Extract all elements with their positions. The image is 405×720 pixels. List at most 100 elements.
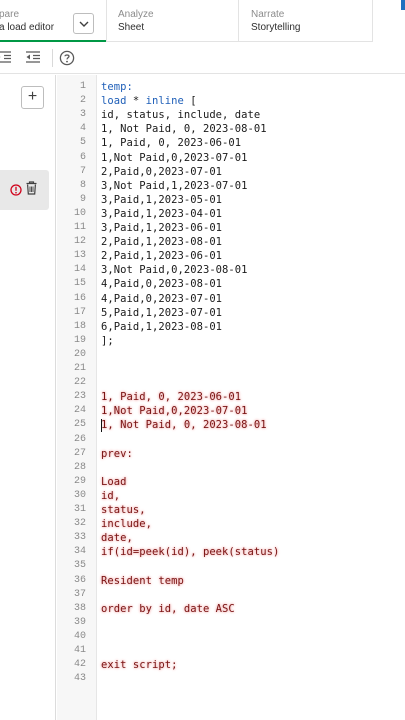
line-number: 1 [79,81,86,92]
code-line[interactable]: prev: [101,447,133,461]
line-number: 32 [73,518,86,530]
code-line[interactable]: Load [101,475,127,489]
code-line[interactable]: id, status, include, date [101,108,260,122]
outdent-icon[interactable] [25,50,41,69]
line-number: 37 [73,588,86,600]
line-number: 28 [73,461,86,473]
script-editor[interactable]: 1 2 3 4 5 6 7 8 9 10 11 12 13 14 15 16 17 18 19 20 21 22 23 24 2… [57,75,405,720]
code-line[interactable]: date, [101,531,133,545]
line-number: 30 [73,489,86,501]
line-number: 39 [73,616,86,628]
sections-panel: + [0,75,56,720]
line-number: 12 [73,236,86,248]
line-number: 10 [73,207,86,219]
line-number: 31 [73,504,86,515]
tab-narrate[interactable]: Narrate Storytelling [251,0,369,42]
line-number: 5 [79,137,86,149]
tab-analyze-title: Sheet [118,22,145,33]
line-number: 43 [73,673,86,685]
tab-prepare[interactable]: pare a load editor [0,0,106,42]
code-line[interactable]: 4,Paid,0,2023-07-01 [101,292,222,306]
line-number: 18 [73,320,86,332]
code-line[interactable]: 3,Paid,1,2023-06-01 [101,221,222,235]
line-number: 22 [73,377,86,389]
accent-marker [401,0,405,10]
add-section-button[interactable]: + [21,86,44,109]
code-line[interactable]: ]; [101,334,114,348]
divider [52,49,54,72]
line-number: 38 [73,602,86,614]
code-line[interactable]: 3,Not Paid,0,2023-08-01 [101,263,248,277]
prepare-dropdown-button[interactable] [73,13,94,34]
top-navigation: pare a load editor Analyze Sheet Narrate… [0,0,405,42]
code-line[interactable]: load * inline [ [101,94,197,108]
trash-icon[interactable] [26,181,37,200]
line-number: 27 [73,447,86,459]
code-line[interactable]: 1, Not Paid, 0, 2023-08-01 [101,418,267,432]
section-item-active[interactable] [0,170,49,210]
top-right-control[interactable] [372,0,405,42]
line-number: 8 [79,179,86,191]
help-icon[interactable] [59,50,75,71]
code-line[interactable]: 3,Not Paid,1,2023-07-01 [101,179,248,193]
line-number: 33 [73,532,86,544]
line-number-gutter: 1 2 3 4 5 6 7 8 9 10 11 12 13 14 15 16 17 18 19 20 21 22 23 24 2… [57,75,97,720]
line-number: 29 [73,475,86,487]
keyword-token: inline [145,95,184,108]
line-number: 2 [79,95,86,107]
line-number: 9 [79,193,86,205]
line-number: 42 [73,659,86,671]
code-line[interactable]: 5,Paid,1,2023-07-01 [101,306,222,320]
keyword-token: load [101,95,127,108]
tab-narrate-caption: Narrate [251,9,285,20]
code-line[interactable]: 1,Not Paid,0,2023-07-01 [101,404,248,418]
code-line[interactable]: 1, Not Paid, 0, 2023-08-01 [101,122,267,136]
line-number: 14 [73,264,86,276]
line-number: 4 [79,123,86,135]
code-line[interactable]: 1, Paid, 0, 2023-06-01 [101,390,241,404]
code-line[interactable]: Resident temp [101,574,184,588]
line-number: 25 [73,419,86,431]
code-line[interactable]: if(id=peek(id), peek(status) [101,545,279,559]
text-cursor [101,419,102,433]
indent-icon[interactable] [0,50,12,69]
code-line[interactable]: 2,Paid,1,2023-06-01 [101,249,222,263]
line-number: 24 [73,405,86,417]
code-token: * [126,95,146,108]
line-number: 20 [73,348,86,360]
line-number: 13 [73,250,86,262]
tab-divider [106,0,107,42]
line-number: 3 [79,109,86,121]
line-number: 7 [79,165,86,177]
line-number: 26 [73,433,86,445]
tab-analyze[interactable]: Analyze Sheet [118,0,236,42]
code-line[interactable]: 3,Paid,1,2023-04-01 [101,207,222,221]
code-line[interactable]: id, [101,489,120,503]
line-number: 40 [73,630,86,642]
code-token: [ [183,95,197,108]
code-line[interactable]: temp: [101,80,133,94]
line-number: 15 [73,278,86,290]
code-line[interactable]: order by id, date ASC [101,602,235,616]
line-number: 41 [73,645,86,656]
code-line[interactable]: include, [101,517,152,531]
line-number: 34 [73,546,86,558]
line-number: 35 [73,560,86,572]
line-number: 17 [73,306,86,318]
tab-prepare-title: a load editor [0,22,55,33]
tab-narrate-title: Storytelling [251,22,301,33]
code-line[interactable]: 4,Paid,0,2023-08-01 [101,277,222,291]
tab-divider [238,0,239,42]
chevron-down-icon [79,21,89,27]
code-line[interactable]: 3,Paid,1,2023-05-01 [101,193,222,207]
code-line[interactable]: 1,Not Paid,0,2023-07-01 [101,151,248,165]
code-line[interactable]: status, [101,503,146,517]
code-line[interactable]: 6,Paid,1,2023-08-01 [101,320,222,334]
code-line[interactable]: exit script; [101,658,177,672]
tab-analyze-caption: Analyze [118,9,154,20]
code-line[interactable]: 2,Paid,1,2023-08-01 [101,235,222,249]
code-line[interactable]: 2,Paid,0,2023-07-01 [101,165,222,179]
line-number: 16 [73,292,86,304]
code-line[interactable]: 1, Paid, 0, 2023-06-01 [101,136,241,150]
editor-toolbar [0,42,405,74]
